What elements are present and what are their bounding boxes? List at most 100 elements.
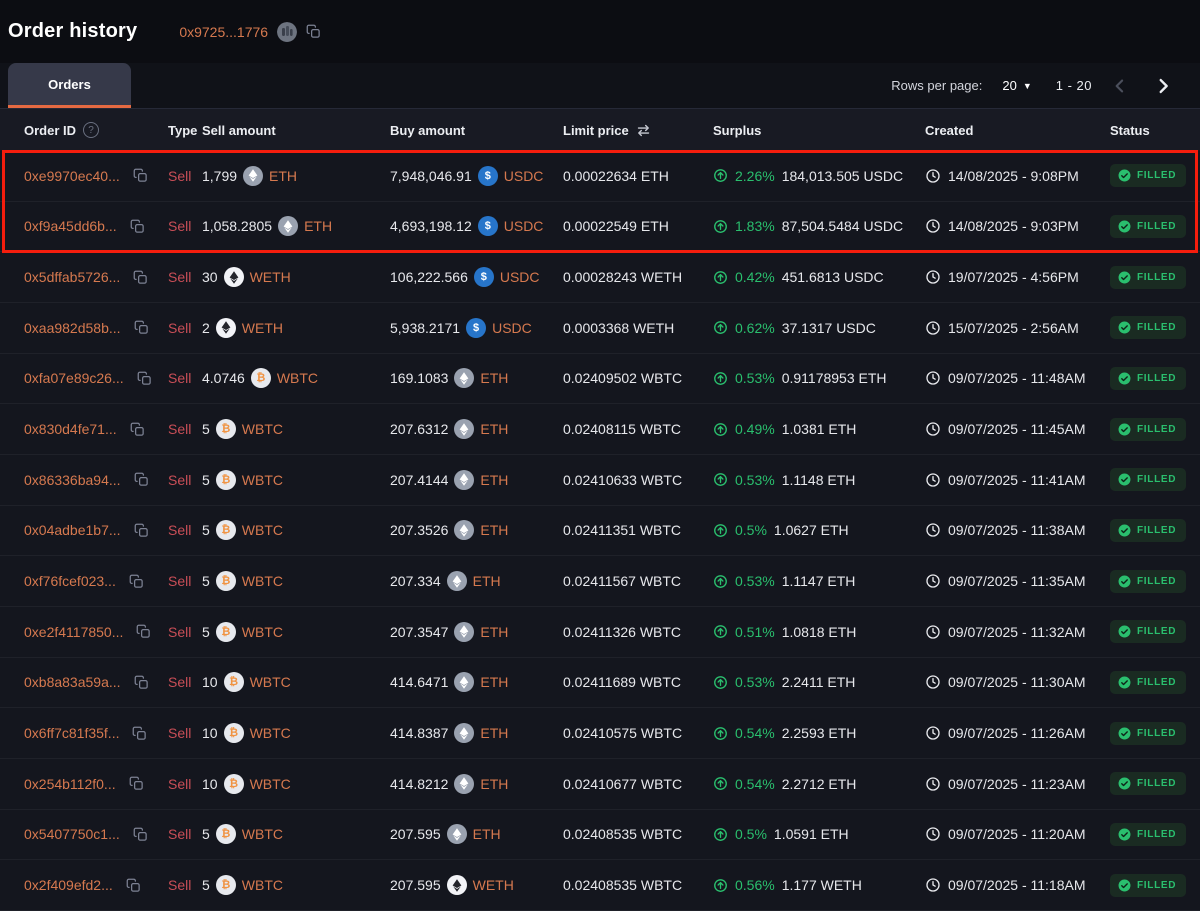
table-row[interactable]: 0x830d4fe71... Sell 5 ₿ WBTC 207.6312 ETH 0.024… (0, 404, 1200, 455)
copy-order-id-icon[interactable] (132, 726, 147, 741)
copy-order-id-icon[interactable] (129, 776, 144, 791)
created-time: 09/07/2025 - 11:26AM (925, 725, 1110, 741)
check-icon (1118, 625, 1131, 638)
buy-amount: 106,222.566 $ USDC (390, 267, 540, 288)
order-id-link[interactable]: 0xaa982d58b... (24, 320, 121, 336)
clock-icon (925, 826, 941, 842)
clock-icon (925, 725, 941, 741)
table-row[interactable]: 0xfa07e89c26... Sell 4.0746 ₿ WBTC 169.1083 ET… (0, 353, 1200, 405)
buy-amount: 207.4144 ETH (390, 469, 509, 490)
copy-order-id-icon[interactable] (134, 472, 149, 487)
surplus: 0.56% 1.177 WETH (713, 877, 925, 893)
status-badge: FILLED (1110, 569, 1187, 593)
copy-order-id-icon[interactable] (133, 827, 148, 842)
status-badge: FILLED (1110, 468, 1187, 492)
order-type: Sell (168, 877, 192, 894)
order-id-link[interactable]: 0xe9970ec40... (24, 168, 120, 184)
table-row[interactable]: 0x5dffab5726... Sell 30 WETH 106,222.566 $ USD… (0, 252, 1200, 303)
order-id-link[interactable]: 0x254b112f0... (24, 776, 116, 792)
table-row[interactable]: 0xe9970ec40... Sell 1,799 ETH 7,948,046.91 $ U… (0, 151, 1200, 202)
surplus-up-icon (713, 624, 728, 639)
table-row[interactable]: 0xf9a45dd6b... Sell 1,058.2805 ETH 4,693,198… (0, 201, 1200, 253)
check-icon (1118, 169, 1131, 182)
order-id-link[interactable]: 0xe2f4117850... (24, 624, 123, 640)
sell-amount: 2 WETH (202, 317, 284, 338)
surplus: 2.26% 184,013.505 USDC (713, 168, 925, 184)
address-group: 0x9725...1776 (179, 21, 321, 42)
surplus-up-icon (713, 320, 728, 335)
eth-token-icon (454, 723, 475, 744)
table-row[interactable]: 0x6ff7c81f35f... Sell 10 ₿ WBTC 414.8387 ETH 0.… (0, 708, 1200, 759)
tab-orders[interactable]: Orders (8, 63, 131, 108)
wbtc-token-icon: ₿ (215, 419, 236, 440)
help-icon[interactable]: ? (83, 122, 100, 138)
next-page-button[interactable] (1148, 75, 1178, 97)
order-id-link[interactable]: 0x2f409efd2... (24, 877, 113, 893)
copy-order-id-icon[interactable] (134, 523, 149, 538)
table-row[interactable]: 0xe2f4117850... Sell 5 ₿ WBTC 207.3547 ETH 0.02… (0, 606, 1200, 658)
order-type: Sell (168, 674, 192, 691)
copy-order-id-icon[interactable] (134, 320, 149, 335)
usdc-token-icon: $ (466, 317, 487, 338)
order-id-link[interactable]: 0xf9a45dd6b... (24, 218, 117, 234)
buy-amount: 207.595 WETH (390, 875, 514, 896)
order-id-link[interactable]: 0xfa07e89c26... (24, 370, 124, 386)
status-badge: FILLED (1110, 518, 1187, 542)
copy-order-id-icon[interactable] (130, 219, 145, 234)
header-surplus: Surplus (713, 122, 762, 138)
order-id-link[interactable]: 0x6ff7c81f35f... (24, 725, 119, 741)
address-avatar-icon (277, 21, 298, 42)
table-row[interactable]: 0xf76fcef023... Sell 5 ₿ WBTC 207.334 ETH 0.024… (0, 556, 1200, 607)
order-id-link[interactable]: 0x04adbe1b7... (24, 522, 121, 538)
order-id-link[interactable]: 0xb8a83a59a... (24, 674, 121, 690)
copy-order-id-icon[interactable] (133, 168, 148, 183)
buy-amount: 414.8212 ETH (390, 773, 509, 794)
order-id-link[interactable]: 0x830d4fe71... (24, 421, 117, 437)
copy-order-id-icon[interactable] (136, 624, 151, 639)
copy-order-id-icon[interactable] (126, 878, 141, 893)
wbtc-token-icon: ₿ (215, 469, 236, 490)
rows-per-page-select[interactable]: 20 ▼ (996, 77, 1037, 94)
table-row[interactable]: 0x86336ba94... Sell 5 ₿ WBTC 207.4144 ETH 0.024… (0, 454, 1200, 506)
limit-price: 0.00028243 WETH (563, 269, 683, 286)
created-time: 09/07/2025 - 11:18AM (925, 877, 1110, 893)
table-row[interactable]: 0x5407750c1... Sell 5 ₿ WBTC 207.595 ETH 0.0240… (0, 809, 1200, 861)
limit-price: 0.02410677 WBTC (563, 775, 683, 792)
surplus: 0.54% 2.2593 ETH (713, 725, 925, 741)
created-time: 15/07/2025 - 2:56AM (925, 320, 1110, 336)
sell-amount: 1,058.2805 ETH (202, 216, 333, 237)
order-id-link[interactable]: 0x5407750c1... (24, 826, 120, 842)
order-id-link[interactable]: 0xf76fcef023... (24, 573, 116, 589)
wbtc-token-icon: ₿ (215, 875, 236, 896)
copy-order-id-icon[interactable] (129, 574, 144, 589)
eth-token-icon (446, 571, 467, 592)
header-buy-amount: Buy amount (390, 122, 466, 138)
table-row[interactable]: 0x04adbe1b7... Sell 5 ₿ WBTC 207.3526 ETH 0.024… (0, 505, 1200, 557)
surplus-up-icon (713, 574, 728, 589)
copy-address-icon[interactable] (306, 24, 321, 39)
table-row[interactable]: 0x2f409efd2... Sell 5 ₿ WBTC 207.595 WETH 0.024… (0, 860, 1200, 911)
check-icon (1118, 727, 1131, 740)
table-row[interactable]: 0xb8a83a59a... Sell 10 ₿ WBTC 414.6471 ETH 0.02… (0, 657, 1200, 709)
table-row[interactable]: 0x254b112f0... Sell 10 ₿ WBTC 414.8212 ETH 0.02… (0, 758, 1200, 810)
copy-order-id-icon[interactable] (130, 422, 145, 437)
limit-price: 0.02411689 WBTC (563, 674, 682, 691)
clock-icon (925, 218, 941, 234)
copy-order-id-icon[interactable] (137, 371, 152, 386)
swap-price-icon[interactable] (636, 124, 651, 137)
order-id-link[interactable]: 0x5dffab5726... (24, 269, 120, 285)
status-badge: FILLED (1110, 772, 1187, 796)
copy-order-id-icon[interactable] (134, 675, 149, 690)
status-badge: FILLED (1110, 721, 1187, 745)
buy-amount: 414.6471 ETH (390, 672, 509, 693)
table-row[interactable]: 0xaa982d58b... Sell 2 WETH 5,938.2171 $ USDC 0.… (0, 302, 1200, 354)
sell-amount: 5 ₿ WBTC (202, 621, 284, 642)
order-type: Sell (168, 370, 192, 387)
order-id-link[interactable]: 0x86336ba94... (24, 472, 121, 488)
wbtc-token-icon: ₿ (223, 773, 244, 794)
buy-amount: 207.334 ETH (390, 571, 501, 592)
account-address-link[interactable]: 0x9725...1776 (179, 24, 268, 40)
check-icon (1118, 321, 1131, 334)
prev-page-button[interactable] (1106, 76, 1134, 96)
copy-order-id-icon[interactable] (133, 270, 148, 285)
